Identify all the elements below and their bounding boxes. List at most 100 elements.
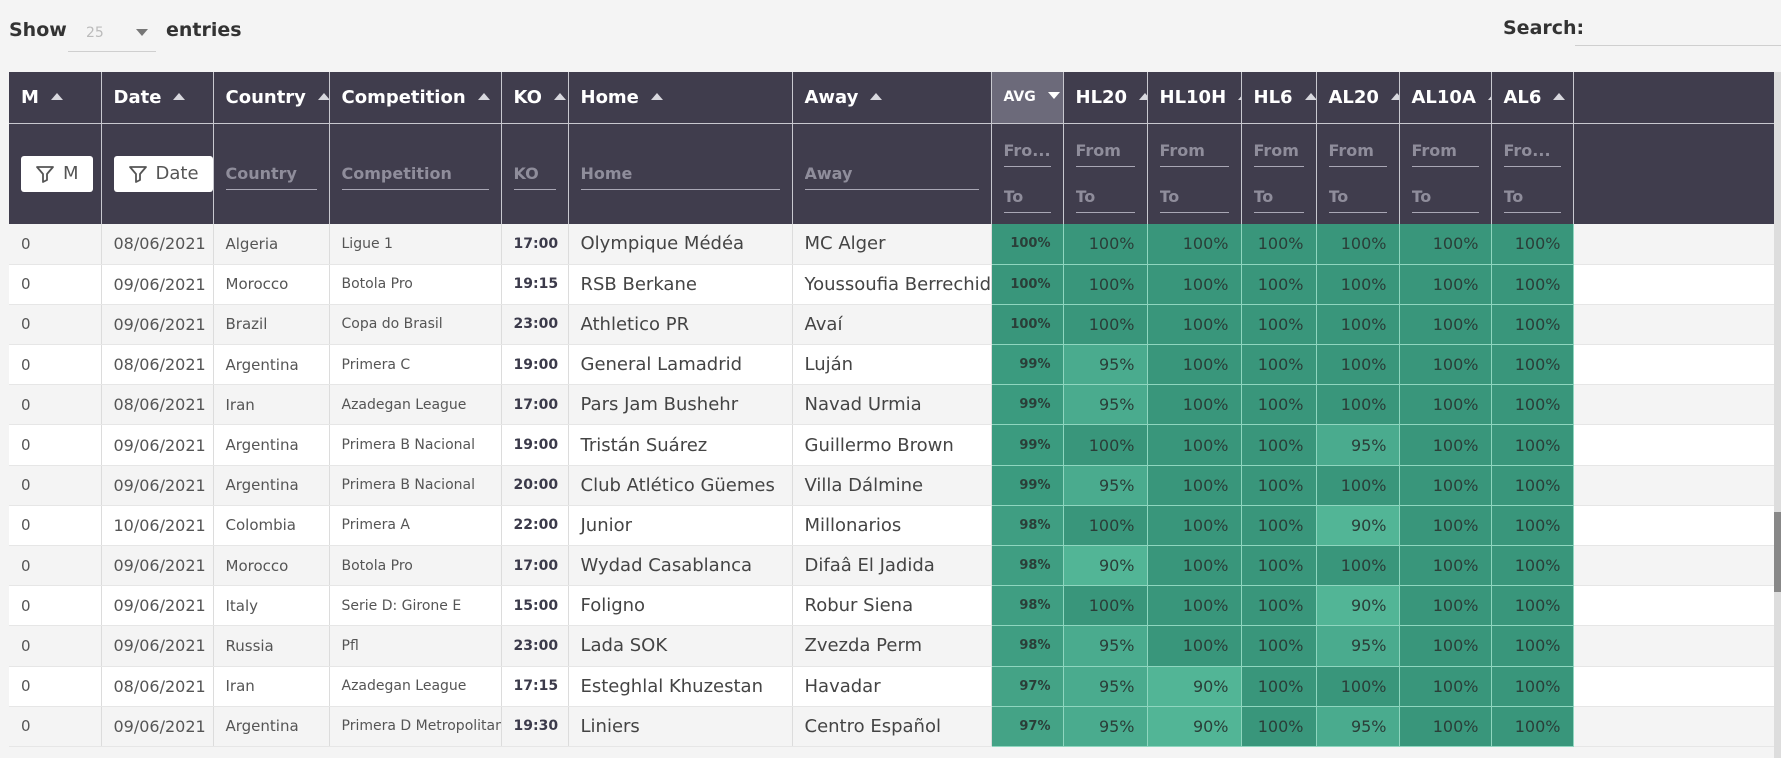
cell-home: Foligno [568, 585, 793, 627]
cell-overflow [1573, 264, 1781, 305]
table-row[interactable]: 0 09/06/2021 Brazil Copa do Brasil 23:00 Athl… [9, 304, 1781, 346]
cell-home: Tristán Suárez [568, 424, 793, 466]
filter-hl20-to-input[interactable] [1075, 180, 1135, 213]
cell-hl20: 100% [1063, 505, 1148, 547]
filter-hl10h-from-input[interactable] [1159, 134, 1229, 167]
table-row[interactable]: 0 09/06/2021 Russia Pfl 23:00 Lada SOK Zvezda … [9, 625, 1781, 667]
cell-away: Zvezda Perm [792, 625, 992, 667]
column-header-al10a[interactable]: AL10A [1399, 72, 1492, 124]
cell-avg: 99% [991, 384, 1064, 426]
cell-overflow [1573, 224, 1781, 265]
column-header-hl6[interactable]: HL6 [1241, 72, 1317, 124]
cell-date: 09/06/2021 [101, 545, 214, 587]
column-header-away[interactable]: Away [792, 72, 992, 124]
cell-home: Junior [568, 505, 793, 547]
table-row[interactable]: 0 10/06/2021 Colombia Primera A 22:00 Junior M… [9, 505, 1781, 547]
cell-al6: 100% [1491, 465, 1574, 506]
cell-country: Brazil [213, 304, 330, 346]
filter-avg-to-input[interactable] [1003, 180, 1051, 213]
filter-ko-input[interactable] [513, 157, 556, 190]
cell-m: 0 [9, 545, 102, 587]
filter-hl10h-to-input[interactable] [1159, 180, 1229, 213]
column-header-label: KO [513, 86, 542, 108]
table-row[interactable]: 0 08/06/2021 Algeria Ligue 1 17:00 Olympique … [9, 224, 1781, 265]
cell-overflow [1573, 625, 1781, 667]
cell-al6: 100% [1491, 545, 1574, 587]
cell-al10a: 100% [1399, 666, 1492, 707]
cell-hl20: 90% [1063, 545, 1148, 587]
filter-hl20-from-input[interactable] [1075, 134, 1135, 167]
cell-date: 09/06/2021 [101, 465, 214, 506]
cell-al20: 100% [1316, 304, 1400, 346]
filter-m-button[interactable]: M [21, 155, 93, 192]
cell-al20: 95% [1316, 424, 1400, 466]
filter-hl6-from-input[interactable] [1253, 134, 1304, 167]
cell-hl6: 100% [1241, 264, 1317, 305]
filter-hl6-to-input[interactable] [1253, 180, 1304, 213]
table-row[interactable]: 0 08/06/2021 Iran Azadegan League 17:00 Pars … [9, 384, 1781, 426]
cell-home: Esteghlal Khuzestan [568, 666, 793, 707]
table-row[interactable]: 0 09/06/2021 Morocco Botola Pro 17:00 Wydad C… [9, 545, 1781, 587]
search-input[interactable] [1575, 14, 1781, 46]
filter-icon [128, 165, 147, 183]
cell-away: Luján [792, 344, 992, 386]
cell-hl6: 100% [1241, 706, 1317, 747]
column-header-date[interactable]: Date [101, 72, 214, 124]
column-header-competition[interactable]: Competition [329, 72, 502, 124]
cell-m: 0 [9, 304, 102, 346]
cell-hl10h: 90% [1147, 666, 1242, 707]
column-header-home[interactable]: Home [568, 72, 793, 124]
cell-m: 0 [9, 505, 102, 547]
filter-al10a-to-input[interactable] [1411, 180, 1479, 213]
cell-home: Lada SOK [568, 625, 793, 667]
cell-country: Morocco [213, 264, 330, 305]
sort-desc-icon [1047, 92, 1060, 100]
column-header-avg[interactable]: AVG [991, 72, 1064, 124]
cell-country: Iran [213, 666, 330, 707]
filter-avg-from-input[interactable] [1003, 134, 1051, 167]
column-header-al6[interactable]: AL6 [1491, 72, 1574, 124]
filter-date-button[interactable]: Date [113, 155, 213, 192]
column-header-al20[interactable]: AL20 [1316, 72, 1400, 124]
cell-avg: 100% [991, 264, 1064, 305]
table-row[interactable]: 0 09/06/2021 Argentina Primera D Metropolit… [9, 706, 1781, 747]
column-header-m[interactable]: M [9, 72, 102, 124]
column-header-label: HL6 [1253, 86, 1293, 108]
table-row[interactable]: 0 08/06/2021 Iran Azadegan League 17:15 Esteg… [9, 666, 1781, 707]
table-row[interactable]: 0 09/06/2021 Italy Serie D: Girone E 15:00 Fo… [9, 585, 1781, 627]
table-row[interactable]: 0 09/06/2021 Argentina Primera B Nacional 20… [9, 465, 1781, 506]
scrollbar-thumb[interactable] [1774, 512, 1781, 592]
cell-al20: 95% [1316, 625, 1400, 667]
cell-avg: 99% [991, 344, 1064, 386]
cell-ko: 19:00 [501, 424, 569, 466]
table-row[interactable]: 0 08/06/2021 Argentina Primera C 19:00 Genera… [9, 344, 1781, 386]
cell-competition: Azadegan League [329, 384, 502, 426]
column-header-hl10h[interactable]: HL10H [1147, 72, 1242, 124]
filter-country-input[interactable] [225, 157, 317, 190]
scrollbar-track[interactable] [1774, 72, 1781, 758]
filter-al6-from-input[interactable] [1503, 134, 1561, 167]
filter-home-input[interactable] [580, 157, 780, 190]
filter-al10a-from-input[interactable] [1411, 134, 1479, 167]
table-row[interactable]: 0 09/06/2021 Morocco Botola Pro 19:15 RSB Ber… [9, 264, 1781, 305]
table-body: 0 08/06/2021 Algeria Ligue 1 17:00 Olympique … [9, 224, 1781, 747]
filter-competition-input[interactable] [341, 157, 489, 190]
filter-al20-to-input[interactable] [1328, 180, 1387, 213]
column-header-hl20[interactable]: HL20 [1063, 72, 1148, 124]
cell-overflow [1573, 585, 1781, 627]
table-row[interactable]: 0 09/06/2021 Argentina Primera B Nacional 19… [9, 424, 1781, 466]
entries-per-page-select[interactable]: 25 [68, 14, 156, 52]
column-header-ko[interactable]: KO [501, 72, 569, 124]
filter-al20-from-input[interactable] [1328, 134, 1387, 167]
cell-al6: 100% [1491, 424, 1574, 466]
column-header-country[interactable]: Country [213, 72, 330, 124]
filter-al6-to-input[interactable] [1503, 180, 1561, 213]
column-header-label: Away [804, 86, 859, 108]
cell-ko: 20:00 [501, 465, 569, 506]
cell-overflow [1573, 424, 1781, 466]
filter-away-input[interactable] [804, 157, 979, 190]
cell-ko: 22:00 [501, 505, 569, 547]
cell-al10a: 100% [1399, 384, 1492, 426]
column-header-label: HL10H [1159, 86, 1227, 108]
cell-hl10h: 100% [1147, 384, 1242, 426]
